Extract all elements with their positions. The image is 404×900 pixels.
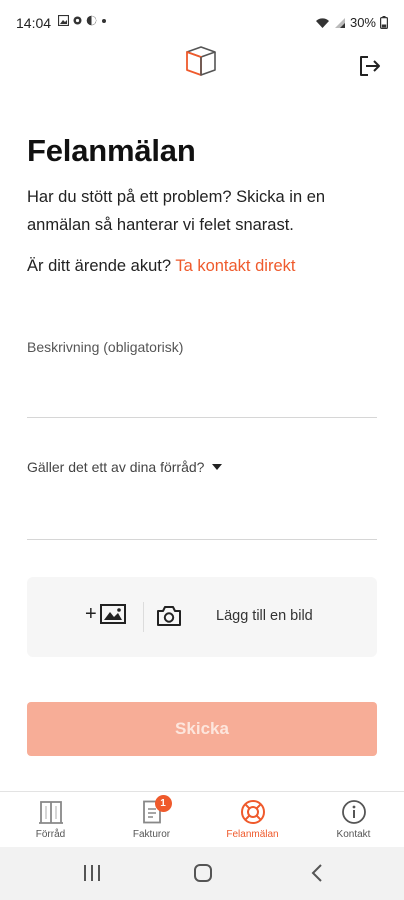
description-field[interactable]: Beskrivning (obligatorisk) bbox=[27, 336, 377, 418]
battery-level: 30% bbox=[349, 15, 376, 30]
nav-label: Fakturor bbox=[132, 829, 171, 840]
logout-button[interactable] bbox=[356, 52, 384, 80]
system-nav-bar bbox=[0, 847, 404, 900]
nav-label: Felanmälan bbox=[226, 829, 279, 840]
lifebuoy-icon bbox=[240, 799, 266, 825]
settings-notification-icon bbox=[73, 16, 82, 25]
take-photo-button[interactable] bbox=[156, 605, 182, 632]
bottom-nav: Förråd 1 Fakturor Felanmälan Kontakt bbox=[0, 791, 404, 847]
urgent-prefix: Är ditt ärende akut? bbox=[27, 257, 172, 275]
divider bbox=[143, 602, 144, 632]
status-right: 30% bbox=[315, 15, 388, 30]
nav-item-fakturor[interactable]: 1 Fakturor bbox=[101, 792, 202, 847]
nav-label: Kontakt bbox=[336, 829, 371, 840]
home-button[interactable] bbox=[193, 863, 213, 888]
battery-icon bbox=[380, 16, 388, 29]
image-icon bbox=[99, 604, 126, 624]
invoice-badge: 1 bbox=[154, 795, 172, 812]
nav-label: Förråd bbox=[35, 829, 66, 840]
nav-item-forrad[interactable]: Förråd bbox=[0, 792, 101, 847]
contact-direct-link[interactable]: Ta kontakt direkt bbox=[175, 257, 295, 275]
back-icon bbox=[311, 864, 322, 882]
camera-icon bbox=[157, 606, 181, 626]
shield-notification-icon bbox=[86, 15, 97, 26]
add-image-label: Lägg till en bild bbox=[216, 608, 313, 624]
storage-select[interactable]: Gäller det ett av dina förråd? bbox=[27, 456, 377, 540]
dot-notification-icon bbox=[102, 19, 106, 23]
add-photo-from-gallery-button[interactable]: + bbox=[85, 604, 126, 624]
info-icon bbox=[341, 799, 367, 825]
nav-item-kontakt[interactable]: Kontakt bbox=[303, 792, 404, 847]
urgent-text: Är ditt ärende akut? Ta kontakt direkt bbox=[27, 257, 295, 276]
app-header bbox=[0, 44, 404, 88]
logout-icon bbox=[360, 56, 380, 76]
home-icon bbox=[194, 864, 212, 882]
recent-apps-button[interactable] bbox=[82, 863, 102, 888]
storage-door-icon bbox=[37, 799, 65, 825]
caret-down-icon bbox=[212, 464, 223, 470]
wifi-icon bbox=[315, 17, 329, 28]
signal-icon bbox=[334, 17, 345, 28]
submit-button[interactable]: Skicka bbox=[27, 702, 377, 756]
status-notification-icons bbox=[58, 15, 108, 26]
storage-select-trigger[interactable]: Gäller det ett av dina förråd? bbox=[27, 456, 377, 475]
recent-apps-icon bbox=[84, 865, 100, 881]
status-time: 14:04 bbox=[16, 15, 52, 31]
plus-icon: + bbox=[85, 603, 97, 625]
add-image-box[interactable]: + Lägg till en bild bbox=[27, 577, 377, 657]
box-logo-icon bbox=[181, 44, 221, 85]
page-title: Felanmälan bbox=[27, 133, 196, 168]
intro-text: Har du stött på ett problem? Skicka in e… bbox=[27, 188, 326, 234]
back-button[interactable] bbox=[308, 863, 328, 888]
gallery-notification-icon bbox=[58, 15, 69, 26]
status-bar: 14:04 30% bbox=[0, 0, 404, 44]
invoice-icon: 1 bbox=[141, 795, 172, 825]
nav-item-felanmalan[interactable]: Felanmälan bbox=[202, 792, 303, 847]
storage-select-label: Gäller det ett av dina förråd? bbox=[27, 459, 205, 475]
description-label: Beskrivning (obligatorisk) bbox=[27, 339, 184, 355]
